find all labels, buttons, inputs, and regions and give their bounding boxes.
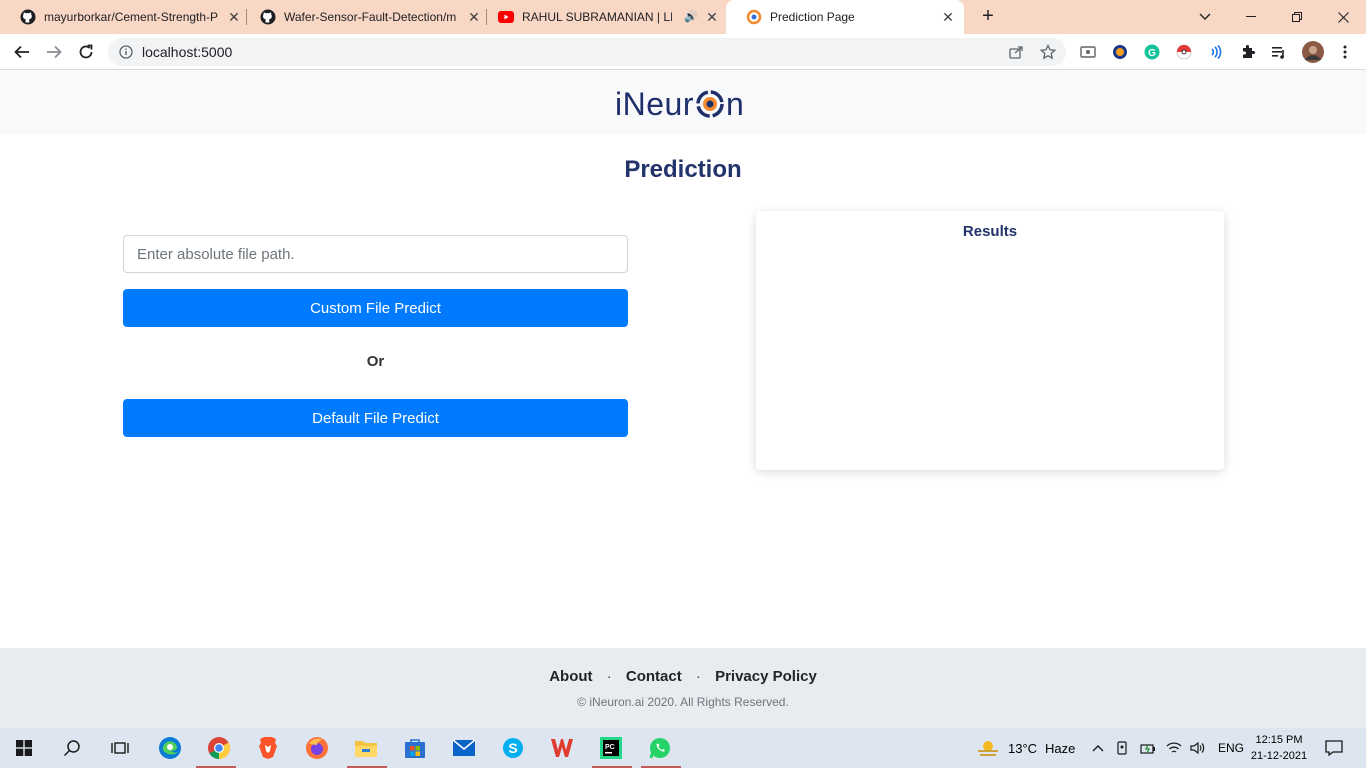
url-text: localhost:5000 [142, 44, 233, 60]
share-icon[interactable] [1008, 44, 1024, 60]
ineuron-logo[interactable]: iNeur n [615, 84, 744, 124]
footer-links: About · Contact · Privacy Policy [0, 668, 1366, 685]
close-icon[interactable]: ✕ [704, 9, 720, 25]
search-icon[interactable] [58, 734, 86, 762]
tab-search-icon[interactable] [1182, 0, 1228, 34]
svg-text:PC: PC [605, 744, 615, 751]
tab-label: mayurborkar/Cement-Strength-P [44, 10, 219, 24]
tab-prediction-page[interactable]: Prediction Page ✕ [726, 0, 964, 34]
page-title: Prediction [624, 156, 742, 183]
firefox-icon[interactable] [303, 734, 331, 762]
pokeball-extension-icon[interactable] [1175, 43, 1193, 61]
footer-link-about[interactable]: About [549, 668, 592, 685]
close-icon[interactable]: ✕ [940, 9, 956, 25]
read-aloud-icon[interactable] [1207, 43, 1225, 61]
reload-icon[interactable] [74, 40, 98, 64]
battery-icon[interactable] [1140, 742, 1158, 754]
speaker-icon[interactable]: 🔊 [684, 10, 698, 23]
results-panel: Results [756, 211, 1224, 470]
brave-browser-icon[interactable] [254, 734, 282, 762]
media-queue-icon[interactable] [1270, 43, 1288, 61]
chrome-menu-icon[interactable] [1336, 43, 1354, 61]
task-view-icon[interactable] [106, 734, 134, 762]
file-path-input[interactable] [123, 235, 628, 273]
profile-avatar-icon[interactable] [1302, 41, 1324, 63]
pycharm-icon[interactable]: PC [597, 734, 625, 762]
forward-arrow-icon[interactable] [42, 40, 66, 64]
logo-o-icon [695, 89, 725, 119]
windows-taskbar: S PC 13°C Haze ENG 12:15 PM 21-12-2021 [0, 728, 1366, 768]
address-bar[interactable]: localhost:5000 [108, 38, 1066, 66]
extensions-puzzle-icon[interactable] [1239, 43, 1257, 61]
svg-text:G: G [1148, 48, 1156, 59]
youtube-icon [498, 9, 514, 25]
default-file-predict-button[interactable]: Default File Predict [123, 399, 628, 437]
results-title: Results [962, 223, 1018, 240]
wifi-icon[interactable] [1166, 741, 1184, 755]
windows-start-icon[interactable] [10, 734, 38, 762]
close-window-button[interactable] [1320, 0, 1366, 34]
weather-haze-icon [976, 738, 1000, 758]
language-indicator[interactable]: ENG [1218, 741, 1244, 755]
notifications-icon[interactable] [1320, 734, 1348, 762]
weather-condition: Haze [1045, 740, 1076, 756]
edge-browser-icon[interactable] [156, 734, 184, 762]
system-tray: ENG [1092, 728, 1244, 768]
bookmark-star-icon[interactable] [1040, 44, 1056, 60]
skype-icon[interactable]: S [499, 734, 527, 762]
svg-text:S: S [508, 740, 517, 756]
clock-date: 21-12-2021 [1250, 750, 1308, 762]
taskbar-clock[interactable]: 12:15 PM 21-12-2021 [1244, 732, 1314, 764]
logo-text: iNeur [615, 85, 694, 122]
tab-wafer-sensor[interactable]: Wafer-Sensor-Fault-Detection/m ✕ [240, 0, 486, 34]
mail-icon[interactable] [450, 734, 478, 762]
weather-temp: 13°C [1008, 740, 1038, 756]
meet-now-icon[interactable] [1116, 741, 1132, 755]
whatsapp-icon[interactable] [646, 734, 674, 762]
tab-cement-strength[interactable]: mayurborkar/Cement-Strength-P ✕ [0, 0, 246, 34]
minimize-button[interactable] [1228, 0, 1274, 34]
media-extension-icon[interactable] [1079, 43, 1097, 61]
copyright-text: © iNeuron.ai 2020. All Rights Reserved. [577, 695, 789, 709]
grammarly-icon[interactable]: G [1143, 43, 1161, 61]
new-tab-button[interactable]: + [977, 6, 999, 28]
colorful-extension-icon[interactable] [1111, 43, 1129, 61]
chevron-up-icon[interactable] [1092, 744, 1106, 752]
tab-label: Wafer-Sensor-Fault-Detection/m [284, 10, 457, 24]
logo-text: n [725, 85, 745, 122]
custom-file-predict-button[interactable]: Custom File Predict [123, 289, 628, 327]
footer-separator: · [695, 668, 701, 685]
or-divider-text: Or [366, 353, 385, 370]
chrome-icon[interactable] [205, 734, 233, 762]
tab-label: RAHUL SUBRAMANIAN | LIV [522, 10, 672, 24]
tab-youtube[interactable]: RAHUL SUBRAMANIAN | LIV 🔊 ✕ [478, 0, 724, 34]
back-arrow-icon[interactable] [10, 40, 34, 64]
wps-office-icon[interactable] [548, 734, 576, 762]
footer-link-privacy-policy[interactable]: Privacy Policy [715, 668, 817, 685]
browser-tab-bar: mayurborkar/Cement-Strength-P ✕ Wafer-Se… [0, 0, 1366, 34]
ineuron-favicon-icon [746, 9, 762, 25]
restore-button[interactable] [1274, 0, 1320, 34]
weather-widget[interactable]: 13°C Haze [976, 728, 1075, 768]
browser-toolbar: localhost:5000 G [0, 34, 1366, 70]
site-header: iNeur n [0, 70, 1366, 134]
microsoft-store-icon[interactable] [401, 734, 429, 762]
site-footer: About · Contact · Privacy Policy © iNeur… [0, 648, 1366, 728]
info-icon[interactable] [118, 44, 134, 60]
clock-time: 12:15 PM [1255, 734, 1303, 746]
github-icon [20, 9, 36, 25]
file-explorer-icon[interactable] [352, 734, 380, 762]
footer-link-contact[interactable]: Contact [626, 668, 682, 685]
footer-separator: · [606, 668, 612, 685]
tab-label: Prediction Page [770, 10, 855, 24]
github-icon [260, 9, 276, 25]
volume-icon[interactable] [1190, 741, 1208, 755]
